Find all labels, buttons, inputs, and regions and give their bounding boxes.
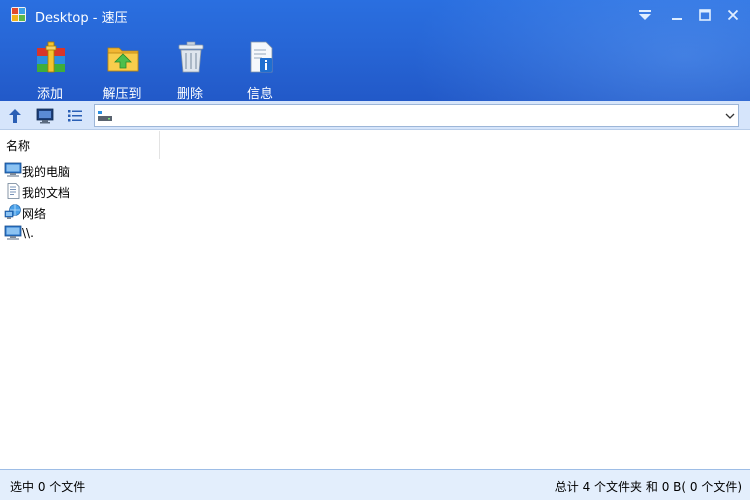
network-icon [4,204,21,219]
address-bar[interactable] [94,104,739,127]
column-header-label: 名称 [6,139,31,153]
computer-icon [36,108,54,124]
archive-app-icon [11,7,26,22]
maximize-button[interactable] [693,4,717,26]
dropdown-menu-icon [639,10,651,20]
list-item[interactable]: 网络 [0,202,160,223]
up-arrow-icon [9,109,21,123]
info-document-icon [250,41,273,73]
view-mode-button[interactable] [64,105,86,127]
list-item-label: 我的电脑 [22,165,71,179]
column-header-name[interactable]: 名称 [0,131,160,159]
list-item[interactable]: 我的文档 [0,181,160,202]
list-item[interactable]: 我的电脑 [0,160,160,181]
address-input[interactable] [115,105,716,126]
maximize-icon [699,9,711,21]
selection-status: 选中 0 个文件 [10,480,86,494]
list-item-label: 我的文档 [22,186,71,200]
total-status: 总计 4 个文件夹 和 0 B( 0 个文件) [554,480,742,494]
info-button[interactable]: 信息 [230,38,290,101]
extract-to-label: 解压到 [102,87,142,101]
window-title: Desktop - 速压 [35,11,128,26]
add-button[interactable]: 添加 [20,38,80,101]
list-item-label: \\. [22,226,34,240]
delete-button[interactable]: 删除 [160,38,220,101]
minimize-icon [672,18,682,20]
file-list[interactable]: 名称 我的电脑 我的文档 网络 \\. [0,131,750,469]
title-bar[interactable]: Desktop - 速压 [0,0,750,30]
computer-icon [4,225,22,240]
navigation-bar [0,101,750,130]
extract-to-button[interactable]: 解压到 [92,38,152,101]
list-rows: 我的电脑 我的文档 网络 \\. [0,160,300,244]
info-label: 信息 [246,87,273,101]
drive-icon [98,111,112,121]
add-archive-icon [37,41,65,73]
menu-button[interactable] [633,4,657,26]
add-label: 添加 [36,87,63,101]
close-icon [727,9,739,21]
status-bar: 选中 0 个文件 总计 4 个文件夹 和 0 B( 0 个文件) [0,469,750,500]
toolbar: 添加 解压到 删除 信息 [0,30,750,101]
list-item[interactable]: \\. [0,223,160,244]
trash-icon [178,41,204,73]
computer-button[interactable] [34,105,56,127]
list-view-icon [68,110,82,122]
computer-icon [4,162,22,177]
up-button[interactable] [4,105,26,127]
close-button[interactable] [721,4,745,26]
extract-folder-icon [107,47,139,72]
app-window: Desktop - 速压 添加 解压到 删除 信息 名称 我的电脑 我的文档 网… [0,0,750,500]
list-item-label: 网络 [22,207,47,221]
document-icon [7,183,20,199]
header: Desktop - 速压 添加 解压到 删除 信息 [0,0,750,101]
chevron-down-icon[interactable] [725,111,735,121]
delete-label: 删除 [176,87,203,101]
minimize-button[interactable] [665,4,689,26]
